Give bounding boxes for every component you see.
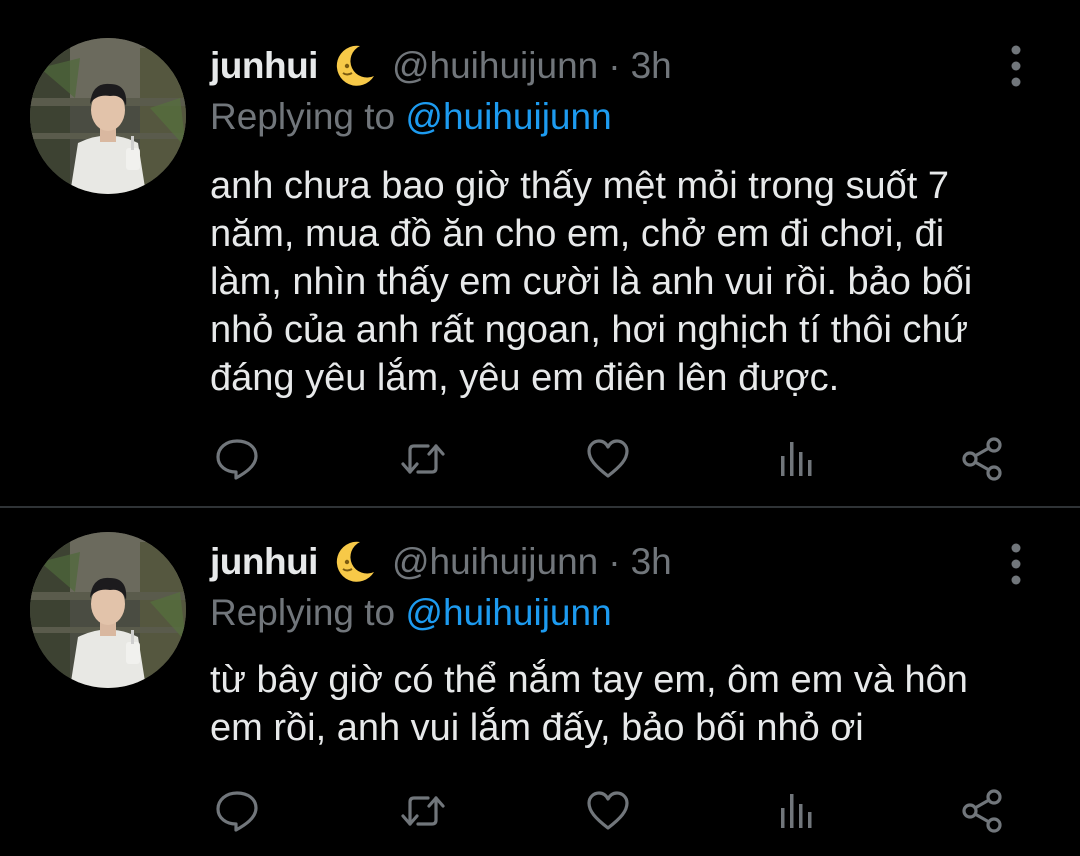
author-name[interactable]: junhui — [210, 45, 318, 87]
share-button[interactable] — [958, 786, 1008, 836]
more-options-icon[interactable] — [1006, 44, 1026, 88]
avatar[interactable] — [30, 38, 186, 194]
reply-button[interactable] — [212, 786, 262, 836]
retweet-icon — [401, 444, 445, 474]
replying-to: Replying to @huihuijunn — [210, 592, 612, 634]
tweet-text-line: từ bây giờ có thể nắm tay em, ôm em và h… — [210, 659, 968, 701]
author-name[interactable]: junhui — [210, 541, 318, 583]
like-button[interactable] — [583, 786, 633, 836]
retweet-button[interactable] — [398, 786, 448, 836]
tweet[interactable]: junhui @huihuijunn · 3h Replying to @hui… — [0, 508, 1080, 856]
avatar[interactable] — [30, 532, 186, 688]
share-icon — [962, 789, 1002, 833]
replying-mention[interactable]: @huihuijunn — [405, 592, 611, 633]
more-options-icon[interactable] — [1006, 542, 1026, 586]
tweet-text-line: làm, nhìn thấy em cười là anh vui rồi. b… — [210, 261, 973, 303]
tweet[interactable]: junhui @huihuijunn · 3h Replying to @hui… — [0, 0, 1080, 506]
tweet-text-line: đáng yêu lắm, yêu em điên lên được. — [210, 357, 840, 399]
action-bar — [210, 786, 1040, 836]
tweet-header: junhui @huihuijunn · 3h — [210, 532, 672, 592]
tweet-text: từ bây giờ có thể nắm tay em, ôm em và h… — [210, 656, 1050, 752]
replying-to: Replying to @huihuijunn — [210, 96, 612, 138]
analytics-button[interactable] — [771, 786, 821, 836]
like-button[interactable] — [583, 434, 633, 484]
tweet-header: junhui @huihuijunn · 3h — [210, 36, 672, 96]
share-icon — [962, 437, 1002, 481]
tweet-text-line: anh chưa bao giờ thấy mệt mỏi trong suốt… — [210, 165, 949, 207]
replying-prefix: Replying to — [210, 592, 396, 633]
analytics-icon — [781, 794, 812, 828]
analytics-icon — [781, 442, 812, 476]
like-icon — [587, 791, 629, 830]
separator: · — [608, 45, 621, 86]
reply-icon — [216, 439, 258, 480]
author-handle[interactable]: @huihuijunn — [392, 541, 598, 583]
tweet-text-line: nhỏ của anh rất ngoan, hơi nghịch tí thô… — [210, 309, 969, 351]
replying-mention[interactable]: @huihuijunn — [405, 96, 611, 137]
replying-prefix: Replying to — [210, 96, 396, 137]
tweet-text-line: năm, mua đồ ăn cho em, chở em đi chơi, đ… — [210, 213, 945, 255]
crescent-moon-face-emoji-icon — [336, 45, 374, 86]
timestamp[interactable]: 3h — [631, 541, 672, 583]
tweet-text-line: em rồi, anh vui lắm đấy, bảo bối nhỏ ơi — [210, 707, 864, 749]
retweet-button[interactable] — [398, 434, 448, 484]
crescent-moon-face-emoji-icon — [336, 541, 374, 582]
reply-button[interactable] — [212, 434, 262, 484]
tweet-text: anh chưa bao giờ thấy mệt mỏi trong suốt… — [210, 162, 1050, 402]
separator: · — [608, 541, 621, 582]
author-handle[interactable]: @huihuijunn — [392, 45, 598, 87]
timestamp[interactable]: 3h — [631, 45, 672, 87]
reply-icon — [216, 791, 258, 832]
share-button[interactable] — [958, 434, 1008, 484]
action-bar — [210, 434, 1040, 484]
analytics-button[interactable] — [771, 434, 821, 484]
retweet-icon — [401, 796, 445, 826]
like-icon — [587, 439, 629, 478]
